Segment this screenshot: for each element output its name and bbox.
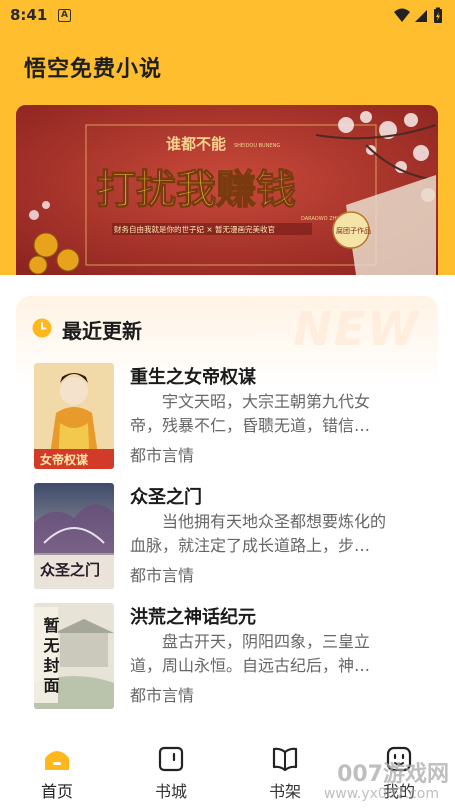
banner-tagline: 财务自由我就是你的世子妃 × 暂无漫画完美收官 [114,224,275,234]
tab-bookstore[interactable]: 书城 [131,738,211,808]
status-time: 8:41 [10,6,48,24]
tab-home[interactable]: 首页 [17,738,97,808]
system-status-icons [394,7,442,23]
cover-title: 女帝权谋 [40,452,89,467]
banner-main-title: 打扰我赚钱 [96,166,296,213]
tab-bookshelf[interactable]: 书架 [245,738,325,808]
featured-banner[interactable]: 谁都不能 SHEIDOU BUNENG 打扰我赚钱 DARAOWO ZHUANQ… [16,105,438,275]
tab-label: 首页 [40,782,73,801]
notification-a-icon: A [58,9,71,22]
bookstore-icon [158,746,184,772]
watermark-logo: 007游戏网 [337,762,449,787]
banner-badge: 腐团子作品 [336,226,371,235]
book-cover-art: 众圣之门 [34,483,114,589]
book-item[interactable]: 暂无封面 洪荒之神话纪元 盘古开天，阴阳四象，三皇立道，周山永恒。自远古纪后，神… [34,603,394,713]
section-title: 最近更新 [62,319,142,343]
cover-title: 众圣之门 [40,561,100,579]
tab-label: 书城 [154,782,187,801]
book-cover[interactable]: 暂无封面 [34,603,114,709]
banner-pinyin-top: SHEIDOU BUNENG [234,143,280,149]
book-cover-art: 暂无封面 [34,603,114,709]
status-bar: 8:41 A [0,0,455,32]
book-cover[interactable]: 众圣之门 [34,483,114,589]
book-item[interactable]: 女帝权谋 重生之女帝权谋 宇文天昭，大宗王朝第九代女帝，残暴不仁，昏聩无道，错信… [34,363,394,473]
book-title: 众圣之门 [130,487,202,508]
book-description: 宇文天昭，大宗王朝第九代女帝，残暴不仁，昏聩无道，错信… [130,392,371,435]
home-icon [45,751,69,770]
book-category: 都市言情 [130,446,195,465]
section-ghost-text: NEW [293,302,420,356]
cover-title: 暂无封面 [41,616,61,697]
wifi-icon [394,8,410,22]
book-title: 重生之女帝权谋 [130,367,256,388]
signal-icon [415,10,427,22]
tab-label: 书架 [268,782,301,801]
app-title: 悟空免费小说 [24,57,163,82]
book-cover[interactable]: 女帝权谋 [34,363,114,469]
book-category: 都市言情 [130,686,195,705]
banner-small-title: 谁都不能 [166,135,226,153]
book-category: 都市言情 [130,566,195,585]
book-title: 洪荒之神话纪元 [130,607,256,628]
watermark-url: www.yx007.com [323,786,439,802]
clock-icon [32,318,52,338]
book-description: 盘古开天，阴阳四象，三皇立道，周山永恒。自远古纪后，神… [130,632,371,675]
banner-artwork: 谁都不能 SHEIDOU BUNENG 打扰我赚钱 DARAOWO ZHUANQ… [16,105,438,275]
bookshelf-icon [272,747,298,772]
book-item[interactable]: 众圣之门 众圣之门 当他拥有天地众圣都想要炼化的血脉，就注定了成长道路上，步… … [34,483,394,593]
book-description: 当他拥有天地众圣都想要炼化的血脉，就注定了成长道路上，步… [130,512,386,555]
book-cover-art: 女帝权谋 [34,363,114,469]
